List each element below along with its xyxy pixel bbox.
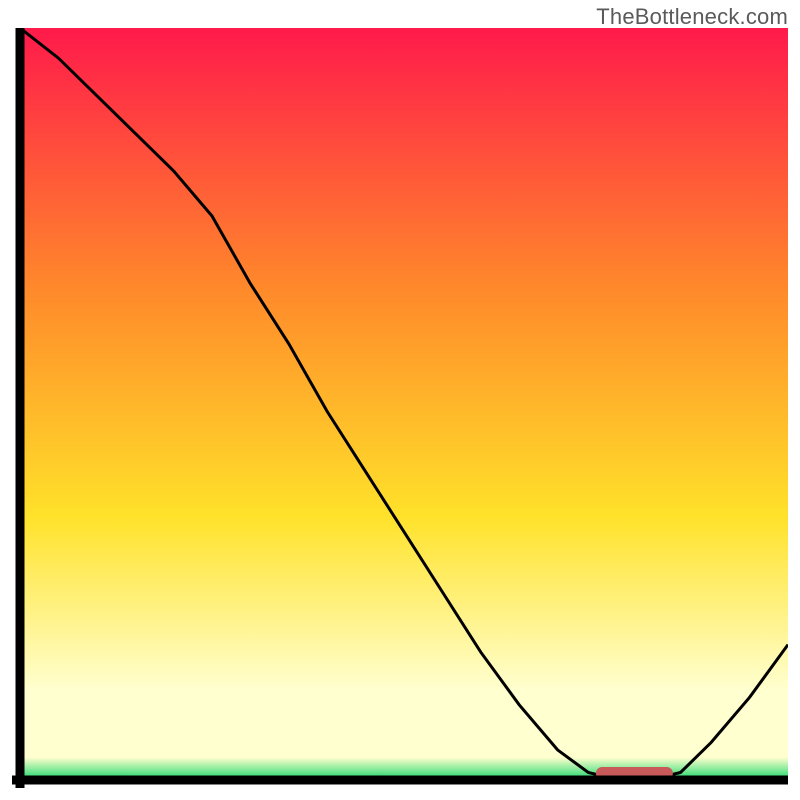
bottleneck-chart: [12, 28, 788, 788]
watermark-text: TheBottleneck.com: [596, 4, 788, 30]
heat-gradient-background: [20, 28, 788, 780]
